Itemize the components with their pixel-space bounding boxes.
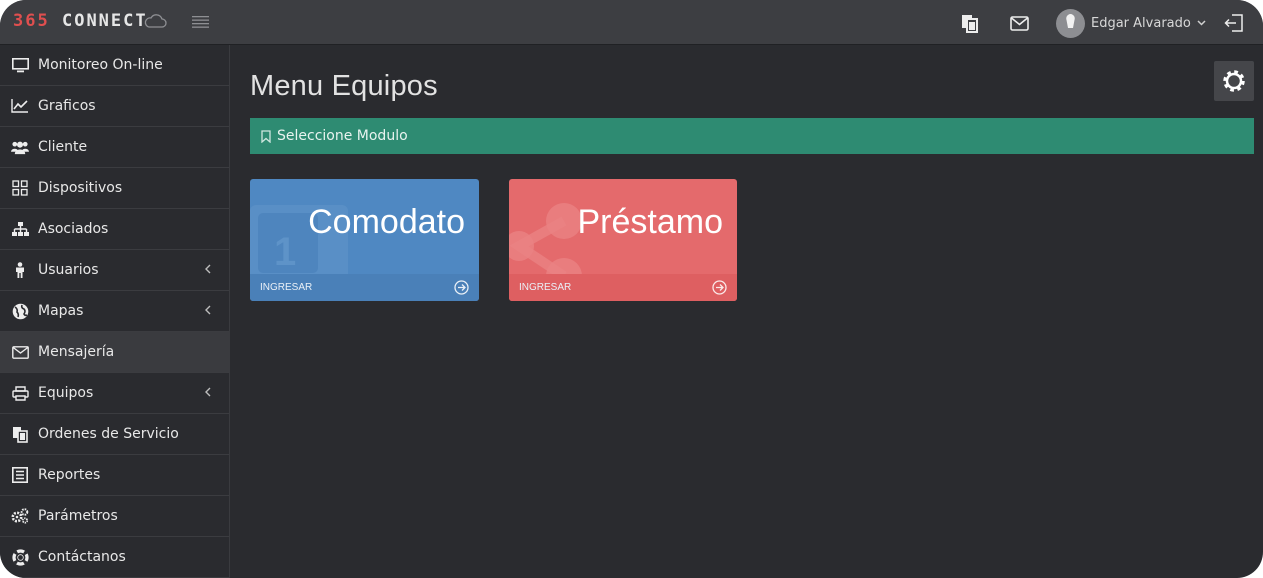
user-menu[interactable]: Edgar Alvarado [1056, 8, 1206, 38]
tile-action-label: INGRESAR [260, 282, 313, 293]
line-chart-icon [11, 97, 29, 115]
gear-icon [1223, 70, 1245, 92]
monitor-icon [11, 56, 29, 74]
sidebar-item-cliente[interactable]: Cliente [0, 127, 229, 168]
cogs-icon [11, 507, 29, 525]
arrow-circle-right-icon [712, 280, 727, 295]
logo[interactable]: 365 CONNECT [13, 11, 148, 31]
sidebar-item-usuarios[interactable]: Usuarios [0, 250, 229, 291]
sidebar-item-label: Ordenes de Servicio [38, 426, 179, 442]
sidebar-item-label: Monitoreo On-line [38, 57, 163, 73]
hamburger-icon[interactable] [192, 15, 210, 29]
sidebar-item-mapas[interactable]: Mapas [0, 291, 229, 332]
chevron-left-icon [205, 305, 211, 315]
sidebar-item-asociados[interactable]: Asociados [0, 209, 229, 250]
sidebar-item-dispositivos[interactable]: Dispositivos [0, 168, 229, 209]
logo-number: 365 [13, 11, 50, 31]
arrow-circle-right-icon [454, 280, 469, 295]
globe-icon [11, 302, 29, 320]
sidebar-item-ordenes[interactable]: Ordenes de Servicio [0, 414, 229, 455]
top-bar: 365 CONNECT Edgar Alvarado [0, 0, 1263, 45]
list-icon [11, 466, 29, 484]
logout-icon[interactable] [1224, 13, 1244, 33]
sitemap-icon [11, 220, 29, 238]
bookmark-icon [261, 129, 271, 143]
page-title: Menu Equipos [250, 70, 438, 102]
printer-icon [11, 384, 29, 402]
sidebar-item-label: Mapas [38, 303, 84, 319]
sidebar-item-label: Parámetros [38, 508, 118, 524]
sidebar-item-equipos[interactable]: Equipos [0, 373, 229, 414]
svg-text:1: 1 [274, 230, 296, 274]
sidebar-item-label: Mensajería [38, 344, 115, 360]
user-name: Edgar Alvarado [1091, 15, 1191, 31]
tile-title: Préstamo [577, 203, 724, 241]
sidebar-item-label: Cliente [38, 139, 88, 155]
sidebar-item-monitoreo[interactable]: Monitoreo On-line [0, 45, 229, 86]
sidebar-item-label: Contáctanos [38, 549, 126, 565]
app-window: 365 CONNECT Edgar Alvarado Monitoreo On-… [0, 0, 1263, 578]
sidebar-item-reportes[interactable]: Reportes [0, 455, 229, 496]
cloud-icon[interactable] [143, 13, 167, 29]
sidebar: Monitoreo On-line Graficos Cliente Dispo… [0, 45, 230, 578]
sidebar-item-label: Dispositivos [38, 180, 123, 196]
tile-footer[interactable]: INGRESAR [250, 274, 479, 301]
sidebar-item-label: Asociados [38, 221, 109, 237]
sidebar-item-graficos[interactable]: Graficos [0, 86, 229, 127]
logo-text: CONNECT [61, 11, 148, 31]
tile-title: Comodato [308, 203, 465, 241]
banner-text: Seleccione Modulo [277, 128, 408, 144]
settings-button[interactable] [1214, 61, 1254, 101]
tile-comodato[interactable]: 1 Comodato INGRESAR [250, 179, 479, 301]
sidebar-item-label: Equipos [38, 385, 94, 401]
sidebar-item-label: Reportes [38, 467, 101, 483]
envelope-icon[interactable] [1010, 16, 1029, 31]
sidebar-item-mensajeria[interactable]: Mensajería [0, 332, 229, 373]
tile-action-label: INGRESAR [519, 282, 572, 293]
chevron-left-icon [205, 387, 211, 397]
sidebar-item-label: Usuarios [38, 262, 99, 278]
tile-prestamo[interactable]: Préstamo INGRESAR [509, 179, 737, 301]
select-module-banner: Seleccione Modulo [250, 118, 1254, 154]
main-content: Menu Equipos Seleccione Modulo 1 Comodat… [231, 45, 1263, 578]
avatar [1056, 8, 1085, 38]
chevron-down-icon [1197, 20, 1206, 26]
copy-icon [11, 425, 29, 443]
chevron-left-icon [205, 264, 211, 274]
grid-icon [11, 179, 29, 197]
sidebar-item-label: Graficos [38, 98, 96, 114]
sidebar-item-contactanos[interactable]: Contáctanos [0, 537, 229, 578]
sidebar-item-parametros[interactable]: Parámetros [0, 496, 229, 537]
copy-documents-icon[interactable] [960, 12, 980, 34]
lifebuoy-icon [11, 548, 29, 566]
users-icon [11, 138, 29, 156]
person-icon [11, 261, 29, 279]
tile-footer[interactable]: INGRESAR [509, 274, 737, 301]
envelope-icon [11, 343, 29, 361]
